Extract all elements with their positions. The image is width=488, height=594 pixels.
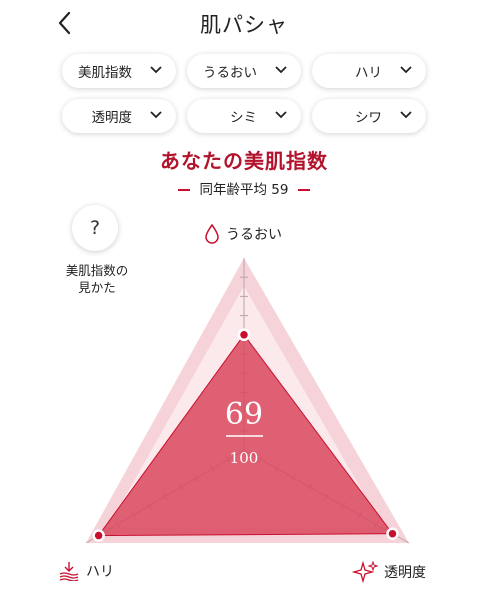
sparkle-icon <box>352 561 378 583</box>
radar-point-2 <box>386 527 399 540</box>
axis-label-text: 透明度 <box>384 565 426 581</box>
axis-label-moisture: うるおい <box>204 224 282 244</box>
radar-point-1 <box>92 529 105 542</box>
score-value: 69 <box>225 397 263 432</box>
axis-label-text: ハリ <box>86 564 114 580</box>
radar-chart: 69 100 <box>85 258 410 544</box>
axis-label-text: うるおい <box>226 227 282 243</box>
water-drop-icon <box>205 224 219 244</box>
firmness-lift-icon <box>59 562 79 581</box>
radar-point-0 <box>237 328 251 342</box>
axis-label-clarity: 透明度 <box>352 561 426 583</box>
axis-label-firmness: ハリ <box>58 561 114 581</box>
score-max: 100 <box>230 449 259 467</box>
radar-data-area <box>97 333 394 537</box>
